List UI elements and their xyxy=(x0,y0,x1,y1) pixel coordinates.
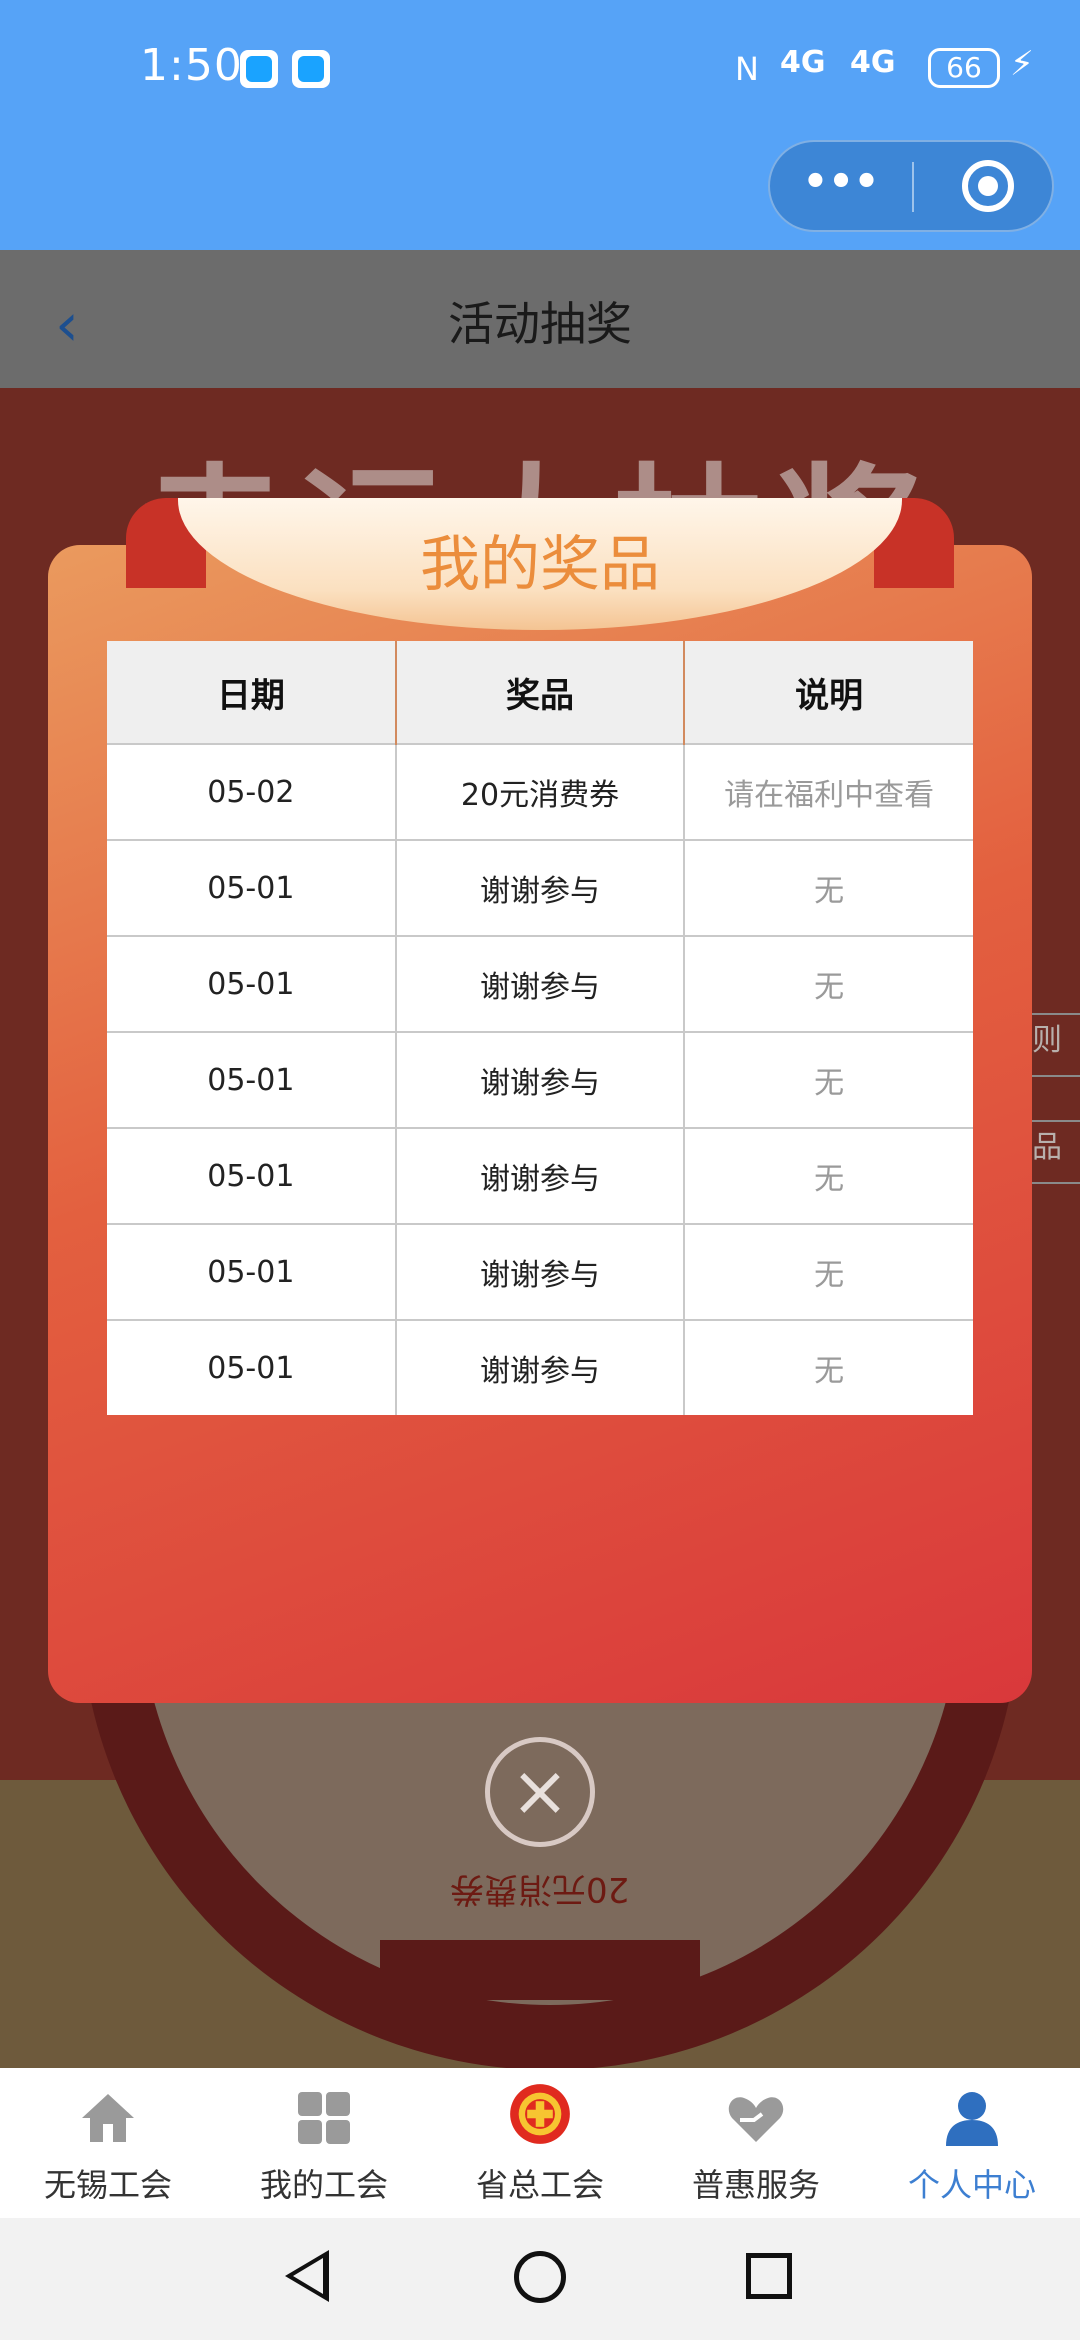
column-header-date: 日期 xyxy=(107,641,397,744)
tab-label: 我的工会 xyxy=(259,2166,388,2204)
tab-provincial-union[interactable]: 省总工会 xyxy=(432,2068,648,2218)
signal-4g-icon: 4G xyxy=(780,45,826,80)
column-header-note: 说明 xyxy=(684,641,973,744)
cell-date: 05-01 xyxy=(107,1223,397,1320)
cell-note: 无 xyxy=(684,935,973,1032)
bottom-tab-bar: 无锡工会 我的工会 省总工会 普惠服务 个人中心 xyxy=(0,2068,1080,2218)
tab-label: 无锡工会 xyxy=(43,2166,172,2204)
signal-4g-icon: 4G xyxy=(850,45,896,80)
close-miniprogram-button[interactable] xyxy=(962,160,1014,212)
wheel-prize-label: 20元消费券 xyxy=(450,1869,630,1909)
cell-note: 无 xyxy=(684,1319,973,1415)
more-options-button[interactable]: ••• xyxy=(770,142,912,230)
modal-title: 我的奖品 xyxy=(420,530,660,600)
nfc-icon: N xyxy=(735,50,759,88)
heart-hand-icon xyxy=(728,2097,784,2142)
cell-date: 05-02 xyxy=(107,743,397,840)
nav-back-icon[interactable] xyxy=(285,2250,329,2302)
cell-date: 05-01 xyxy=(107,839,397,936)
table-header-row: 日期 奖品 说明 xyxy=(107,641,973,744)
cell-note: 无 xyxy=(684,1127,973,1224)
tab-label: 普惠服务 xyxy=(691,2166,820,2204)
table-row: 05-01 谢谢参与 无 xyxy=(107,1127,973,1224)
table-row: 05-01 谢谢参与 无 xyxy=(107,1031,973,1128)
tab-label: 个人中心 xyxy=(907,2166,1036,2204)
message-notification-icon xyxy=(240,50,278,88)
side-tab-rules[interactable]: 则 xyxy=(1030,1013,1080,1077)
cell-prize: 谢谢参与 xyxy=(395,1031,686,1128)
prize-table: 日期 奖品 说明 05-02 20元消费券 请在福利中查看 05-01 谢谢参与… xyxy=(107,641,973,1415)
person-icon xyxy=(946,2092,998,2146)
page-title: 活动抽奖 xyxy=(448,297,632,351)
tab-my-union[interactable]: 我的工会 xyxy=(216,2068,432,2218)
cell-note: 请在福利中查看 xyxy=(684,743,973,840)
cell-note: 无 xyxy=(684,1031,973,1128)
cell-prize: 20元消费券 xyxy=(395,743,686,840)
cell-prize: 谢谢参与 xyxy=(395,1223,686,1320)
side-tab-prizes[interactable]: 品 xyxy=(1030,1120,1080,1184)
tab-benefit-services[interactable]: 普惠服务 xyxy=(648,2068,864,2218)
table-row: 05-01 谢谢参与 无 xyxy=(107,839,973,936)
app-notification-icon xyxy=(292,50,330,88)
cell-prize: 谢谢参与 xyxy=(395,1319,686,1415)
cell-note: 无 xyxy=(684,839,973,936)
cell-date: 05-01 xyxy=(107,1127,397,1224)
column-header-prize: 奖品 xyxy=(395,641,686,744)
home-icon xyxy=(82,2094,134,2142)
battery-icon: 66 xyxy=(928,48,1000,88)
cell-note: 无 xyxy=(684,1223,973,1320)
table-row: 05-01 谢谢参与 无 xyxy=(107,1223,973,1320)
tab-label: 省总工会 xyxy=(475,2166,604,2204)
close-modal-button[interactable]: × xyxy=(485,1737,595,1847)
union-emblem-icon xyxy=(510,2084,570,2144)
cell-date: 05-01 xyxy=(107,1319,397,1415)
cell-prize: 谢谢参与 xyxy=(395,1127,686,1224)
miniprogram-capsule: ••• xyxy=(768,140,1054,232)
charging-icon: ⚡ xyxy=(1010,44,1034,84)
cell-prize: 谢谢参与 xyxy=(395,839,686,936)
nav-home-icon[interactable] xyxy=(514,2251,566,2303)
cell-date: 05-01 xyxy=(107,1031,397,1128)
table-row: 05-02 20元消费券 请在福利中查看 xyxy=(107,743,973,840)
nav-recent-apps-icon[interactable] xyxy=(746,2253,792,2299)
capsule-divider xyxy=(912,162,914,212)
tab-personal-center[interactable]: 个人中心 xyxy=(864,2068,1080,2218)
grid-icon xyxy=(298,2092,350,2144)
tab-wuxi-union[interactable]: 无锡工会 xyxy=(0,2068,216,2218)
table-row: 05-01 谢谢参与 无 xyxy=(107,935,973,1032)
status-time: 1:50 xyxy=(140,40,243,91)
wheel-stand xyxy=(380,1940,700,2000)
cell-prize: 谢谢参与 xyxy=(395,935,686,1032)
cell-date: 05-01 xyxy=(107,935,397,1032)
table-row: 05-01 谢谢参与 无 xyxy=(107,1319,973,1415)
